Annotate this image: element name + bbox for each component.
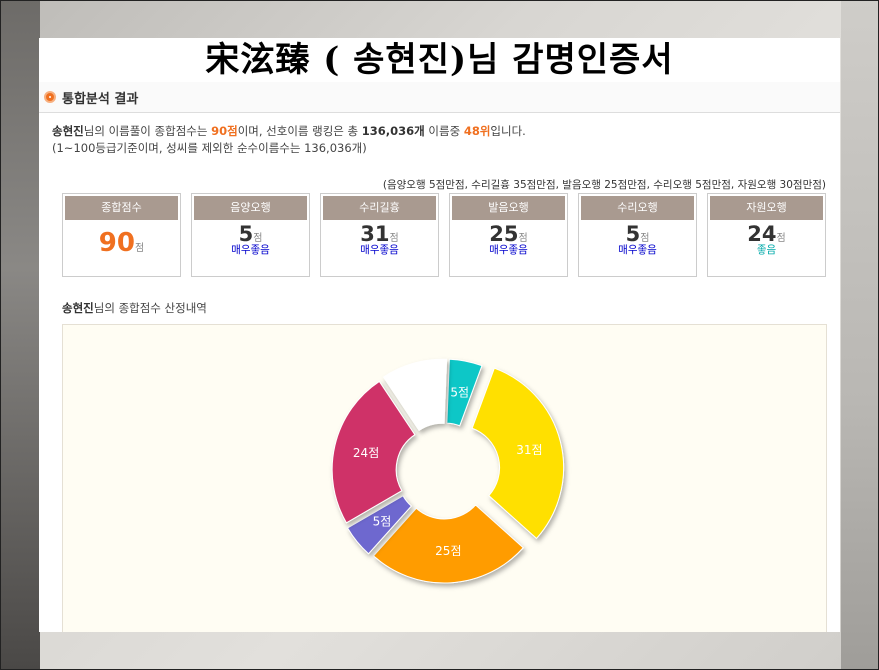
card-unit: 점 xyxy=(134,243,145,254)
breakdown-name: 송현진 xyxy=(62,301,94,315)
card-header: 자원오행 xyxy=(710,196,823,220)
summary-line-2: (1~100등급기준이며, 성씨를 제외한 순수이름수는 136,036개) xyxy=(52,141,367,155)
summary-text-2: 이며, 선호이름 랭킹은 총 xyxy=(237,124,362,138)
background-wall-left xyxy=(0,0,40,670)
score-cards: 종합점수 90점 음양오행 5점 매우좋음 수리길흉 31점 매우좋음 발음오행… xyxy=(62,193,828,277)
summary-rank: 48위 xyxy=(463,124,491,138)
bullet-icon xyxy=(44,91,56,103)
score-criteria: (음양오행 5점만점, 수리길흉 35점만점, 발음오행 25점만점, 수리오행… xyxy=(382,179,826,191)
score-card-number-element: 수리오행 5점 매우좋음 xyxy=(578,193,697,277)
summary-text-1: 님의 이름풀이 종합점수는 xyxy=(83,124,212,138)
slice-label: 5점 xyxy=(450,386,469,400)
slice-label: 24점 xyxy=(353,446,379,460)
card-unit: 점 xyxy=(776,233,786,244)
card-grade: 좋음 xyxy=(756,244,777,256)
summary-text: 송현진님의 이름풀이 종합점수는 90점이며, 선호이름 랭킹은 총 136,0… xyxy=(39,113,840,157)
card-grade: 매우좋음 xyxy=(360,244,399,256)
section-header: 통합분석 결과 xyxy=(39,82,840,113)
score-card-total: 종합점수 90점 xyxy=(62,193,181,277)
summary-score: 90점 xyxy=(211,124,238,138)
slice-label: 5점 xyxy=(373,514,392,528)
card-grade: 매우좋음 xyxy=(618,244,657,256)
slice-label: 25점 xyxy=(435,544,461,558)
certificate-page: 宋泫臻 ( 송현진)님 감명인증서 통합분석 결과 송현진님의 이름풀이 종합점… xyxy=(39,38,840,632)
summary-line-1: 송현진님의 이름풀이 종합점수는 90점이며, 선호이름 랭킹은 총 136,0… xyxy=(52,123,840,140)
summary-text-4: 입니다. xyxy=(490,124,526,138)
breakdown-text: 님의 종합점수 산정내역 xyxy=(93,301,207,315)
card-grade: 매우좋음 xyxy=(489,244,528,256)
background-wall-right xyxy=(841,0,879,670)
score-card-character-element: 자원오행 24점 좋음 xyxy=(707,193,826,277)
card-header: 종합점수 xyxy=(65,196,178,220)
summary-name: 송현진 xyxy=(52,124,84,138)
card-number: 90 xyxy=(98,228,135,258)
section-label: 통합분석 결과 xyxy=(62,91,139,107)
card-grade: 매우좋음 xyxy=(231,244,270,256)
page-title: 宋泫臻 ( 송현진)님 감명인증서 xyxy=(205,40,674,80)
card-header: 수리오행 xyxy=(581,196,694,220)
card-header: 수리길흉 xyxy=(323,196,436,220)
chart-container: 5점 31점 25점 5점 24점 xyxy=(62,324,827,632)
slice-label: 31점 xyxy=(516,443,542,457)
donut-chart: 5점 31점 25점 5점 24점 xyxy=(331,358,565,584)
summary-text-3: 이름중 xyxy=(424,124,464,138)
breakdown-title: 송현진님의 종합점수 산정내역 xyxy=(62,300,207,316)
card-header: 음양오행 xyxy=(194,196,307,220)
summary-total: 136,036개 xyxy=(361,124,425,138)
card-value: 90점 xyxy=(63,228,180,258)
score-card-pronunciation: 발음오행 25점 매우좋음 xyxy=(449,193,568,277)
score-card-yin-yang: 음양오행 5점 매우좋음 xyxy=(191,193,310,277)
card-header: 발음오행 xyxy=(452,196,565,220)
score-card-numerology: 수리길흉 31점 매우좋음 xyxy=(320,193,439,277)
